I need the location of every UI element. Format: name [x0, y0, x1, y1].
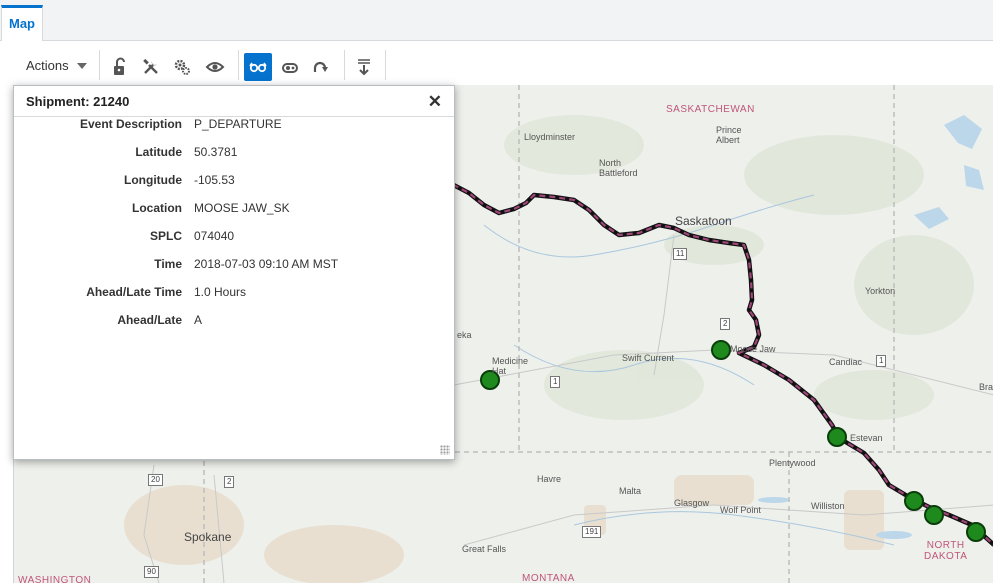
highway-shield: 2 — [224, 476, 235, 488]
shipment-event-marker[interactable] — [904, 491, 924, 511]
shipment-event-marker[interactable] — [827, 427, 847, 447]
map-label-saskatoon: Saskatoon — [675, 214, 732, 228]
popup-field-row: Ahead/Late Time 1.0 Hours — [14, 285, 454, 313]
field-value: 50.3781 — [194, 145, 238, 159]
field-label: Latitude — [135, 145, 182, 159]
chevron-down-icon — [76, 63, 87, 69]
settings-gears-icon — [174, 59, 190, 75]
shipment-popup: Shipment: 21240 ✕ Event Description P_DEP… — [13, 85, 455, 460]
map-label-north-dakota: NORTH DAKOTA — [924, 540, 968, 562]
field-label: SPLC — [149, 229, 182, 243]
popup-field-row: Event Description P_DEPARTURE — [14, 117, 454, 145]
map-label-lloydminster: Lloydminster — [524, 132, 576, 142]
settings-button[interactable] — [168, 53, 196, 81]
toolbar-divider — [99, 50, 100, 80]
field-label: Ahead/Late — [117, 313, 182, 327]
map-label-north-battleford: North Battleford — [599, 158, 638, 178]
shipment-event-marker[interactable] — [711, 340, 731, 360]
popup-field-row: Latitude 50.3781 — [14, 145, 454, 173]
field-value: -105.53 — [194, 173, 235, 187]
highway-shield: 1 — [550, 376, 561, 388]
toolbar: Actions — [0, 41, 993, 85]
map-label-yorkton: Yorkton — [865, 286, 896, 296]
map-label-prince-albert: Prince Albert — [716, 125, 742, 145]
eye-icon — [205, 62, 225, 72]
popup-header: Shipment: 21240 ✕ — [14, 86, 454, 117]
map-label-estevan: Estevan — [850, 433, 883, 443]
map-label-spokane: Spokane — [184, 530, 232, 544]
popup-field-row: SPLC 074040 — [14, 229, 454, 257]
close-icon[interactable]: ✕ — [428, 93, 442, 110]
field-label: Event Description — [79, 117, 182, 131]
map-label-brandon: Bra — [979, 382, 993, 392]
resize-handle-icon[interactable] — [440, 445, 450, 455]
popup-field-row: Time 2018-07-03 09:10 AM MST — [14, 257, 454, 285]
highway-shield: 20 — [148, 474, 163, 486]
field-label: Ahead/Late Time — [86, 285, 182, 299]
field-label: Time — [154, 257, 182, 271]
tab-bar: Map — [0, 0, 993, 41]
highway-shield: 191 — [582, 526, 602, 538]
map-label-moose-jaw: Moose Jaw — [730, 344, 776, 354]
map-label-plentywood: Plentywood — [769, 458, 816, 468]
app-window: Map Actions SASKATCHEWAN Lloydminster Pr… — [0, 0, 993, 583]
field-value: 2018-07-03 09:10 AM MST — [194, 257, 339, 271]
map-label-candiac: Candiac — [829, 357, 863, 367]
redo-icon — [313, 61, 328, 72]
map-label-montana: MONTANA — [522, 573, 575, 583]
highway-shield: 2 — [720, 318, 731, 330]
view-button[interactable] — [201, 53, 229, 81]
field-label: Location — [132, 201, 182, 215]
glasses-button[interactable] — [244, 53, 272, 81]
popup-field-row: Location MOOSE JAW_SK — [14, 201, 454, 229]
map-label-washington: WASHINGTON — [18, 575, 92, 583]
highway-shield: 1 — [876, 355, 887, 367]
actions-label: Actions — [26, 57, 69, 73]
field-label: Longitude — [124, 173, 182, 187]
shipment-event-marker[interactable] — [966, 522, 986, 542]
map-label-partial-city: eka — [457, 330, 472, 340]
redo-button[interactable] — [307, 53, 335, 81]
unlock-icon — [114, 57, 125, 75]
map-label-malta: Malta — [619, 486, 642, 496]
popup-title: Shipment: 21240 — [26, 93, 130, 109]
highway-shield: 11 — [673, 248, 688, 260]
field-value: 1.0 Hours — [194, 285, 247, 299]
popup-field-row: Longitude -105.53 — [14, 173, 454, 201]
toolbar-divider — [385, 50, 386, 80]
map-label-great-falls: Great Falls — [462, 544, 507, 554]
map-label-glasgow: Glasgow — [674, 498, 710, 508]
toolbar-divider — [238, 50, 239, 80]
glasses-icon — [249, 62, 267, 73]
route-icon — [282, 63, 298, 73]
map-label-wolf-point: Wolf Point — [720, 505, 761, 515]
map-label-williston: Williston — [811, 501, 845, 511]
shipment-event-marker[interactable] — [924, 505, 944, 525]
field-value: A — [194, 313, 203, 327]
actions-menu-button[interactable]: Actions — [20, 52, 93, 78]
route-button[interactable] — [276, 53, 304, 81]
map-label-havre: Havre — [537, 474, 562, 484]
tools-icon — [143, 58, 158, 74]
field-value: MOOSE JAW_SK — [194, 201, 290, 215]
tools-button[interactable] — [137, 53, 165, 81]
unlock-button[interactable] — [106, 53, 134, 81]
filter-down-button[interactable] — [350, 53, 378, 81]
map-label-medicine-hat: Medicine Hat — [492, 356, 529, 376]
map-label-saskatchewan: SASKATCHEWAN — [666, 104, 755, 115]
toolbar-divider — [344, 50, 345, 80]
popup-fields: Event Description P_DEPARTURE Latitude 50.3… — [14, 117, 454, 341]
map-label-swift-current: Swift Current — [622, 353, 675, 363]
field-value: P_DEPARTURE — [194, 117, 282, 131]
filter-down-icon — [358, 59, 370, 76]
field-value: 074040 — [194, 229, 235, 243]
popup-field-row: Ahead/Late A — [14, 313, 454, 341]
tab-map[interactable]: Map — [1, 5, 43, 41]
highway-shield: 90 — [144, 566, 159, 578]
